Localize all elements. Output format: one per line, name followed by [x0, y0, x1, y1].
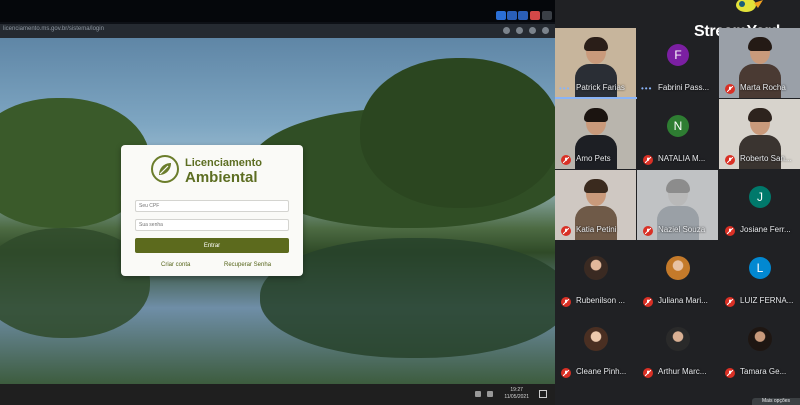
extension-icon[interactable]	[529, 27, 536, 34]
participant-tile[interactable]: Roberto San...	[719, 99, 800, 169]
participant-initial-avatar: N	[667, 115, 689, 137]
clock-time: 19:27	[510, 387, 523, 393]
participant-tile[interactable]: N NATALIA M...	[637, 99, 718, 169]
mic-muted-icon	[725, 155, 735, 165]
participants-panel: StreamYard ••• Patrick Farias F ••• Fabr…	[555, 0, 800, 405]
active-speaker-indicator	[555, 97, 637, 99]
participant-tile[interactable]: Cleane Pinh...	[555, 312, 636, 382]
participant-name: Josiane Ferr...	[740, 225, 791, 234]
participant-tile[interactable]: Katia Petini	[555, 170, 636, 240]
speaking-indicator-icon: •••	[559, 84, 571, 93]
participant-tile[interactable]: Juliana Mari...	[637, 241, 718, 311]
participant-photo-avatar	[584, 256, 608, 280]
window-tab-icon[interactable]	[542, 11, 552, 20]
participant-photo-avatar	[748, 327, 772, 351]
participant-initial-avatar: L	[749, 257, 771, 279]
extension-icon[interactable]	[503, 27, 510, 34]
participant-initial-avatar: F	[667, 44, 689, 66]
mic-muted-icon	[643, 155, 653, 165]
clock-date: 11/05/2021	[504, 394, 529, 400]
participant-tile[interactable]: ••• Patrick Farias	[555, 28, 636, 98]
participant-photo-avatar	[666, 327, 690, 351]
more-options-button[interactable]: Mais opções	[752, 398, 800, 405]
notifications-icon[interactable]	[539, 390, 547, 398]
participant-tile[interactable]: Tamara Ge...	[719, 312, 800, 382]
participant-tile[interactable]: L LUIZ FERNA...	[719, 241, 800, 311]
participant-name: LUIZ FERNA...	[740, 296, 794, 305]
address-bar[interactable]: licenciamento.ms.gov.br/sistema/login	[0, 24, 555, 38]
taskbar: 19:27 11/05/2021	[0, 384, 555, 405]
participant-initial-avatar: J	[749, 186, 771, 208]
create-account-link[interactable]: Criar conta	[161, 262, 190, 268]
window-tab-icon[interactable]	[496, 11, 506, 20]
participant-tile[interactable]: Marta Rocha	[719, 28, 800, 98]
participant-name: Roberto San...	[740, 154, 792, 163]
background-landscape-image: Licenciamento Ambiental Entrar Criar con…	[0, 38, 555, 384]
participant-name: Rubenilson ...	[576, 296, 625, 305]
participant-name: Arthur Marc...	[658, 367, 707, 376]
network-icon[interactable]	[475, 391, 481, 397]
extension-icon[interactable]	[516, 27, 523, 34]
participant-name: Naziel Souza	[658, 225, 706, 234]
mic-muted-icon	[725, 84, 735, 94]
participant-name: Patrick Farias	[576, 83, 625, 92]
leaf-logo-icon	[151, 155, 179, 183]
mic-muted-icon	[643, 368, 653, 378]
mic-muted-icon	[561, 226, 571, 236]
participant-name: Tamara Ge...	[740, 367, 787, 376]
streamyard-logo-icon	[730, 0, 764, 22]
participant-name: NATALIA M...	[658, 154, 706, 163]
mic-muted-icon	[643, 226, 653, 236]
url-text[interactable]: licenciamento.ms.gov.br/sistema/login	[3, 26, 104, 32]
login-card: Licenciamento Ambiental Entrar Criar con…	[121, 145, 303, 276]
participant-photo-avatar	[666, 256, 690, 280]
participant-photo-avatar	[584, 327, 608, 351]
participant-name: Amo Pets	[576, 154, 611, 163]
participant-tile[interactable]: Rubenilson ...	[555, 241, 636, 311]
window-tab-icon[interactable]	[507, 11, 517, 20]
participant-tile[interactable]: Naziel Souza	[637, 170, 718, 240]
logo-title-line2: Ambiental	[185, 169, 258, 186]
profile-icon[interactable]	[542, 27, 549, 34]
mic-muted-icon	[561, 368, 571, 378]
password-input[interactable]	[135, 219, 289, 231]
recover-password-link[interactable]: Recuperar Senha	[224, 262, 271, 268]
participant-name: Cleane Pinh...	[576, 367, 627, 376]
speaking-indicator-icon: •••	[641, 84, 653, 93]
window-top-strip	[0, 0, 555, 22]
participant-name: Juliana Mari...	[658, 296, 708, 305]
mic-muted-icon	[725, 368, 735, 378]
participant-tile[interactable]: J Josiane Ferr...	[719, 170, 800, 240]
participant-tile[interactable]: Arthur Marc...	[637, 312, 718, 382]
participant-tile[interactable]: F ••• Fabrini Pass...	[637, 28, 718, 98]
participant-name: Fabrini Pass...	[658, 83, 710, 92]
window-tab-icon[interactable]	[518, 11, 528, 20]
mic-muted-icon	[643, 297, 653, 307]
mic-muted-icon	[725, 297, 735, 307]
participant-name: Marta Rocha	[740, 83, 786, 92]
cpf-input[interactable]	[135, 200, 289, 212]
close-window-icon[interactable]	[530, 11, 540, 20]
participant-tile[interactable]: Amo Pets	[555, 99, 636, 169]
taskbar-clock[interactable]: 19:27 11/05/2021	[504, 387, 529, 401]
browser-toolbar-icons	[503, 27, 549, 34]
system-tray	[475, 391, 493, 397]
volume-icon[interactable]	[487, 391, 493, 397]
enter-button[interactable]: Entrar	[135, 238, 289, 253]
shared-screen: licenciamento.ms.gov.br/sistema/login Li…	[0, 0, 555, 405]
logo-title-line1: Licenciamento	[185, 157, 263, 169]
mic-muted-icon	[561, 155, 571, 165]
mic-muted-icon	[725, 226, 735, 236]
mic-muted-icon	[561, 297, 571, 307]
participant-name: Katia Petini	[576, 225, 617, 234]
